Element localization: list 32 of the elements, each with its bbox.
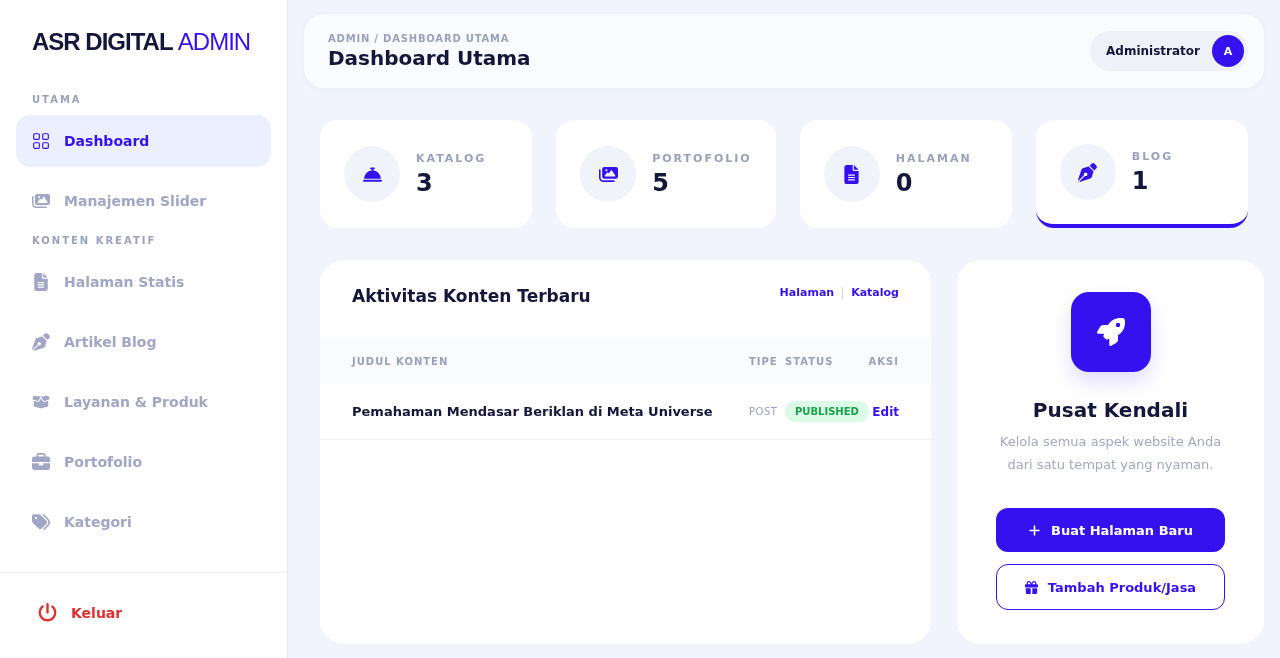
edit-link[interactable]: Edit bbox=[872, 404, 899, 419]
breadcrumb: ADMIN / DASHBOARD UTAMA bbox=[328, 32, 511, 44]
create-page-button[interactable]: Buat Halaman Baru bbox=[996, 508, 1225, 552]
column-header: AKSI bbox=[861, 338, 931, 384]
column-header: STATUS bbox=[785, 338, 861, 384]
sidebar-section-label: UTAMA bbox=[31, 94, 83, 105]
add-product-button[interactable]: Tambah Produk/Jasa bbox=[996, 564, 1225, 610]
avatar: A bbox=[1212, 35, 1244, 67]
card-title: Pusat Kendali bbox=[1032, 398, 1189, 422]
type-label: POST bbox=[749, 406, 778, 417]
stat-value: 1 bbox=[1131, 166, 1150, 195]
sidebar-item[interactable]: Dashboard bbox=[16, 115, 271, 167]
sidebar-section-label: KONTEN KREATIF bbox=[31, 235, 158, 246]
stat-label: KATALOG bbox=[416, 151, 487, 165]
stat-label: HALAMAN bbox=[895, 151, 972, 165]
table-cell: Pemahaman Mendasar Beriklan di Meta Universe bbox=[320, 384, 749, 440]
column-header: TIPE bbox=[749, 338, 785, 384]
brand-logo: ASR DIGITAL ADMIN bbox=[31, 28, 252, 56]
header-link[interactable]: Katalog bbox=[851, 286, 899, 299]
page-title: Dashboard Utama bbox=[328, 45, 531, 70]
stat-label: BLOG bbox=[1131, 149, 1174, 163]
stat-value: 0 bbox=[895, 168, 914, 197]
stat-value: 5 bbox=[652, 168, 670, 197]
stat-label: PORTOFOLIO bbox=[652, 151, 752, 165]
card-title: Aktivitas Konten Terbaru bbox=[352, 286, 591, 306]
logout-link[interactable]: Keluar bbox=[38, 603, 263, 622]
column-header: JUDUL KONTEN bbox=[320, 338, 749, 384]
card-description: Kelola semua aspek website Anda dari satu tempat yang nyaman. bbox=[998, 433, 1223, 474]
status-badge: PUBLISHED bbox=[785, 401, 869, 422]
stat-value: 3 bbox=[416, 168, 434, 197]
header-link[interactable]: Halaman bbox=[779, 286, 835, 299]
user-menu[interactable]: Administrator A bbox=[1090, 31, 1248, 71]
